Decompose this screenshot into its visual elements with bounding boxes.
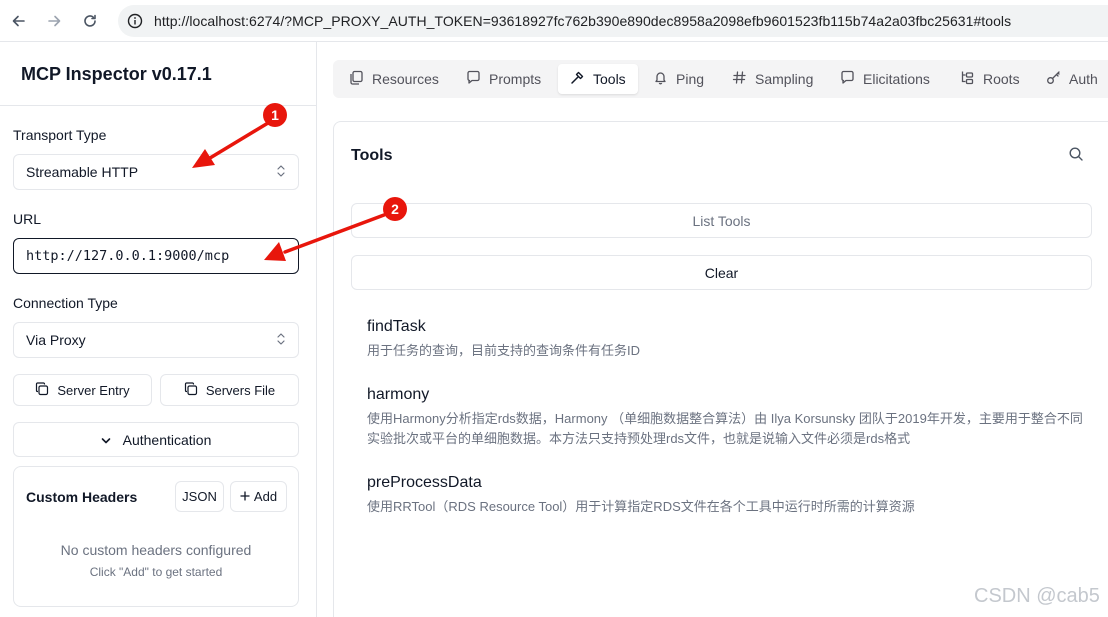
json-button[interactable]: JSON — [175, 481, 224, 512]
tool-description: 使用RRTool（RDS Resource Tool）用于计算指定RDS文件在各… — [367, 499, 915, 514]
empty-headers-message: No custom headers configured — [60, 542, 252, 558]
empty-headers-hint: Click "Add" to get started — [89, 565, 223, 579]
watermark: CSDN @cab5 — [974, 585, 1100, 607]
tool-name: findTask — [367, 318, 426, 335]
chat-icon — [466, 70, 481, 88]
transport-type-label: Transport Type — [13, 127, 107, 143]
tab-label: Elicitations — [863, 71, 930, 87]
custom-headers-card: Custom Headers JSON Add No custom header… — [13, 466, 299, 607]
sidebar: MCP Inspector v0.17.1 Transport Type Str… — [0, 42, 317, 617]
servers-file-button[interactable]: Servers File — [160, 374, 299, 406]
tab-label: Roots — [983, 71, 1020, 87]
address-bar[interactable]: http://localhost:6274/?MCP_PROXY_AUTH_TO… — [118, 5, 1108, 37]
tab-label: Resources — [372, 71, 439, 87]
copy-icon — [184, 381, 198, 399]
app-title: MCP Inspector v0.17.1 — [21, 64, 212, 84]
transport-type-value: Streamable HTTP — [26, 164, 139, 180]
back-arrow-icon[interactable] — [7, 9, 31, 33]
sidebar-header: MCP Inspector v0.17.1 — [0, 42, 316, 106]
message-icon — [840, 70, 855, 88]
bell-icon — [653, 70, 668, 88]
search-icon[interactable] — [1068, 146, 1084, 167]
tab-roots[interactable]: Roots — [948, 64, 1032, 94]
tab-auth[interactable]: Auth — [1034, 64, 1108, 94]
tool-list-item[interactable]: harmony 使用Harmony分析指定rds数据，Harmony （单细胞数… — [367, 386, 1087, 449]
forward-arrow-icon[interactable] — [42, 9, 66, 33]
tab-bar: Resources Prompts Tools Ping Sampling El… — [333, 60, 1108, 98]
address-url[interactable]: http://localhost:6274/?MCP_PROXY_AUTH_TO… — [154, 13, 1011, 29]
tool-description: 使用Harmony分析指定rds数据，Harmony （单细胞数据整合算法）由 … — [367, 411, 1083, 446]
connection-type-select[interactable]: Via Proxy — [13, 322, 299, 358]
tool-list-item[interactable]: findTask 用于任务的查询，目前支持的查询条件有任务ID — [367, 318, 1087, 361]
chevron-up-down-icon — [276, 164, 286, 181]
connection-type-value: Via Proxy — [26, 332, 86, 348]
resources-icon — [349, 70, 364, 88]
custom-headers-title: Custom Headers — [26, 489, 138, 505]
copy-icon — [35, 381, 49, 399]
authentication-toggle[interactable]: Authentication — [13, 422, 299, 457]
server-entry-button[interactable]: Server Entry — [13, 374, 152, 406]
url-label: URL — [13, 211, 42, 227]
chevron-down-icon — [101, 432, 111, 448]
clear-button[interactable]: Clear — [351, 255, 1092, 290]
authentication-label: Authentication — [122, 431, 212, 448]
tab-label: Tools — [593, 71, 626, 87]
hash-icon — [732, 70, 747, 88]
tab-prompts[interactable]: Prompts — [454, 64, 553, 94]
site-info-icon[interactable] — [126, 12, 144, 30]
add-header-label: Add — [253, 489, 278, 504]
list-tools-button[interactable]: List Tools — [351, 203, 1092, 238]
transport-type-select[interactable]: Streamable HTTP — [13, 154, 299, 190]
servers-file-label: Servers File — [205, 382, 276, 398]
browser-toolbar: http://localhost:6274/?MCP_PROXY_AUTH_TO… — [0, 0, 1108, 42]
tab-label: Sampling — [755, 71, 814, 87]
server-entry-label: Server Entry — [57, 382, 130, 398]
folder-tree-icon — [960, 70, 975, 88]
plus-icon — [240, 489, 250, 504]
url-input[interactable]: http://127.0.0.1:9000/mcp — [13, 238, 299, 274]
tab-resources[interactable]: Resources — [337, 64, 451, 94]
tab-sampling[interactable]: Sampling — [720, 64, 825, 94]
tab-label: Auth — [1069, 71, 1098, 87]
tools-panel-title: Tools — [351, 147, 393, 164]
tab-label: Ping — [676, 71, 705, 87]
tab-tools[interactable]: Tools — [558, 64, 638, 94]
connection-type-label: Connection Type — [13, 295, 118, 311]
tools-panel: Tools List Tools Clear findTask 用于任务的查询，… — [333, 121, 1108, 617]
tab-ping[interactable]: Ping — [641, 64, 716, 94]
reload-icon[interactable] — [78, 9, 102, 33]
tool-list-item[interactable]: preProcessData 使用RRTool（RDS Resource Too… — [367, 474, 1087, 517]
tool-name: harmony — [367, 386, 430, 403]
hammer-icon — [570, 70, 585, 88]
tool-name: preProcessData — [367, 474, 482, 491]
key-icon — [1046, 70, 1061, 88]
tool-description: 用于任务的查询，目前支持的查询条件有任务ID — [367, 343, 641, 358]
add-header-button[interactable]: Add — [230, 481, 287, 512]
tab-label: Prompts — [489, 71, 542, 87]
chevron-up-down-icon — [276, 332, 286, 349]
tab-elicitations[interactable]: Elicitations — [828, 64, 942, 94]
